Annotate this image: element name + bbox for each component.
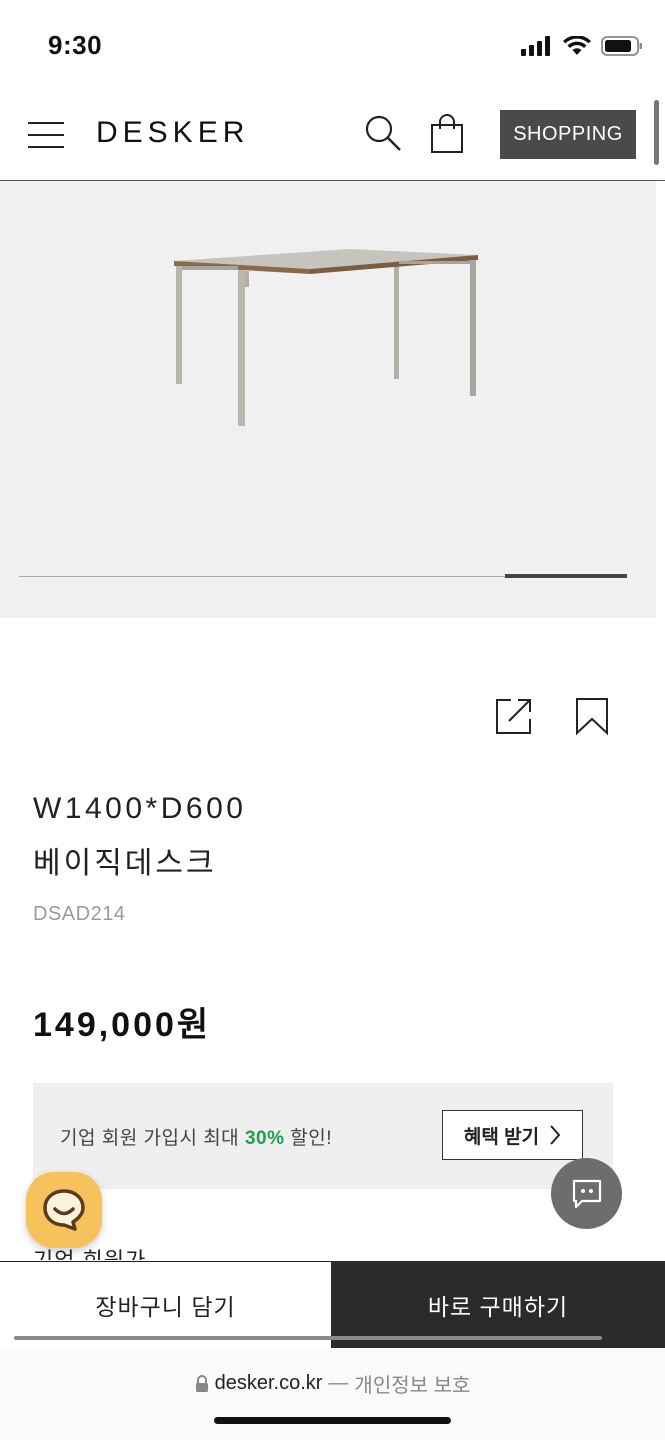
chat-inquiry-button[interactable]	[551, 1158, 622, 1229]
search-icon[interactable]	[364, 114, 404, 159]
chat-bot-button[interactable]	[26, 1172, 102, 1248]
signal-icon	[521, 36, 550, 56]
gallery-progress-indicator[interactable]	[505, 574, 627, 578]
benefit-text-before: 기업 회원 가입시 최대	[60, 1128, 245, 1149]
battery-icon	[601, 36, 642, 56]
product-price: 149,000원	[33, 1006, 212, 1044]
desk-image	[174, 249, 478, 426]
benefit-text: 기업 회원 가입시 최대 30% 할인!	[60, 1123, 332, 1150]
privacy-label: 개인정보 보호	[354, 1375, 471, 1397]
menu-icon[interactable]	[28, 120, 64, 150]
url-line: desker.co.kr — 개인정보 보호	[0, 1369, 665, 1398]
url-domain: desker.co.kr	[214, 1372, 323, 1394]
buy-now-button[interactable]: 바로 구매하기	[331, 1261, 665, 1348]
chevron-right-icon	[550, 1125, 561, 1145]
benefit-percent: 30%	[244, 1128, 285, 1149]
product-gallery[interactable]	[0, 181, 656, 618]
chat-bubble-icon	[572, 1179, 601, 1208]
browser-url-bar[interactable]: desker.co.kr — 개인정보 보호	[0, 1348, 665, 1440]
lock-icon	[195, 1374, 208, 1392]
status-time: 9:30	[48, 30, 103, 60]
bookmark-icon[interactable]	[575, 697, 609, 740]
bag-icon[interactable]	[430, 114, 464, 159]
get-benefit-label: 혜택 받기	[463, 1126, 540, 1148]
product-code: DSAD214	[33, 903, 126, 925]
get-benefit-button[interactable]: 혜택 받기	[442, 1110, 583, 1160]
membership-benefit-banner: 기업 회원 가입시 최대 30% 할인! 혜택 받기	[33, 1083, 613, 1189]
chat-smile-icon	[43, 1189, 85, 1231]
wifi-icon	[563, 36, 591, 55]
site-header: DESKER SHOPPING	[0, 96, 665, 181]
product-name: 베이직데스크	[33, 847, 217, 880]
home-indicator[interactable]	[214, 1417, 451, 1424]
page-scrollbar[interactable]	[654, 100, 659, 165]
status-icons	[521, 36, 643, 56]
product-size: W1400*D600	[33, 792, 247, 825]
add-to-cart-button[interactable]: 장바구니 담기	[0, 1261, 331, 1348]
benefit-text-after: 할인!	[284, 1128, 332, 1149]
shopping-button[interactable]: SHOPPING	[500, 110, 636, 159]
url-separator: —	[328, 1372, 349, 1394]
share-icon[interactable]	[495, 697, 533, 740]
brand-logo[interactable]: DESKER	[96, 116, 249, 150]
horizontal-scrollbar[interactable]	[14, 1336, 602, 1340]
